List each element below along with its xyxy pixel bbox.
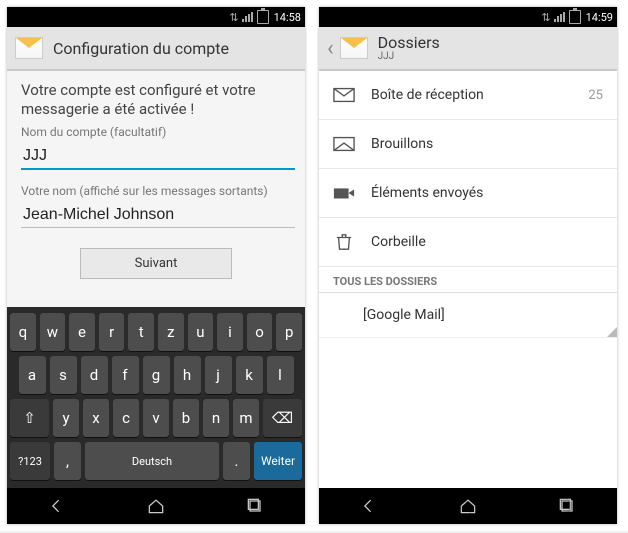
inbox-icon: [333, 87, 355, 103]
folder-label: Brouillons: [371, 136, 433, 152]
key-w[interactable]: w: [40, 313, 66, 351]
phone-left: ⇅ 14:58 Configuration du compte Votre co…: [7, 7, 305, 524]
folder-label: Boîte de réception: [371, 87, 484, 103]
key-t[interactable]: t: [128, 313, 154, 351]
mail-app-icon: [15, 37, 43, 59]
nav-back-button[interactable]: [357, 494, 381, 518]
key-o[interactable]: o: [247, 313, 273, 351]
key-u[interactable]: u: [188, 313, 214, 351]
action-bar: Configuration du compte: [7, 27, 305, 71]
account-name-input[interactable]: [21, 141, 295, 170]
key-e[interactable]: e: [69, 313, 95, 351]
key-h[interactable]: h: [174, 356, 201, 394]
status-bar: ⇅ 14:59: [319, 7, 617, 27]
your-name-input[interactable]: [21, 200, 295, 228]
watermark: ANDROIDPIT: [456, 493, 614, 521]
key-m[interactable]: m: [233, 399, 259, 437]
key-i[interactable]: i: [217, 313, 243, 351]
battery-icon: [569, 10, 581, 24]
key-a[interactable]: a: [19, 356, 46, 394]
phone-right: ⇅ 14:59 ‹ Dossiers JJJ Boîte de réceptio…: [319, 7, 617, 524]
folder-row-inbox[interactable]: Boîte de réception 25: [319, 71, 617, 120]
status-bar: ⇅ 14:58: [7, 7, 305, 27]
trash-icon: [333, 234, 355, 250]
battery-icon: [257, 10, 269, 24]
action-bar[interactable]: ‹ Dossiers JJJ: [319, 27, 617, 71]
nav-back-button[interactable]: [45, 494, 69, 518]
key-,[interactable]: ,: [54, 442, 81, 480]
folder-count: 25: [588, 88, 603, 103]
account-name-label: Nom du compte (facultatif): [21, 125, 291, 139]
action-subtitle: JJJ: [378, 51, 440, 62]
folder-row-trash[interactable]: Corbeille: [319, 218, 617, 267]
back-chevron-icon[interactable]: ‹: [327, 36, 334, 61]
key-p[interactable]: p: [276, 313, 302, 351]
folder-row-sent[interactable]: Éléments envoyés: [319, 169, 617, 218]
key-s[interactable]: s: [50, 356, 77, 394]
your-name-label: Votre nom (affiché sur les messages sort…: [21, 184, 291, 198]
setup-success-text: Votre compte est configuré et votre mess…: [21, 81, 291, 119]
key-l[interactable]: l: [267, 356, 294, 394]
key-⌫[interactable]: ⌫: [263, 399, 302, 437]
key-x[interactable]: x: [83, 399, 109, 437]
signal-icon: [553, 11, 567, 23]
action-title: Configuration du compte: [53, 39, 229, 58]
key-y[interactable]: y: [53, 399, 79, 437]
nav-recent-button[interactable]: [243, 494, 267, 518]
key-k[interactable]: k: [236, 356, 263, 394]
key-f[interactable]: f: [112, 356, 139, 394]
status-time: 14:59: [586, 11, 613, 24]
key-v[interactable]: v: [143, 399, 169, 437]
key-b[interactable]: b: [173, 399, 199, 437]
nav-bar: [7, 488, 305, 524]
drafts-icon: [333, 136, 355, 152]
key-?123[interactable]: ?123: [10, 442, 50, 480]
key-c[interactable]: c: [113, 399, 139, 437]
key-.[interactable]: .: [223, 442, 250, 480]
folder-label: Éléments envoyés: [371, 185, 483, 201]
upload-indicator-icon: ⇅: [229, 11, 238, 24]
key-⇧[interactable]: ⇧: [10, 399, 49, 437]
upload-indicator-icon: ⇅: [541, 11, 550, 24]
nav-home-button[interactable]: [144, 494, 168, 518]
key-Deutsch[interactable]: Deutsch: [85, 442, 219, 480]
signal-icon: [241, 11, 255, 23]
key-r[interactable]: r: [99, 313, 125, 351]
folder-row-drafts[interactable]: Brouillons: [319, 120, 617, 169]
sent-icon: [333, 185, 355, 201]
key-j[interactable]: j: [205, 356, 232, 394]
all-folders-header: TOUS LES DOSSIERS: [319, 267, 617, 293]
key-Weiter[interactable]: Weiter: [254, 442, 302, 480]
folder-label: Corbeille: [371, 234, 426, 250]
setup-content: Votre compte est configuré et votre mess…: [7, 71, 305, 307]
action-title: Dossiers: [378, 34, 440, 52]
folder-list: Boîte de réception 25 Brouillons Éléments e…: [319, 71, 617, 488]
next-button[interactable]: Suivant: [80, 248, 232, 279]
google-mail-row[interactable]: [Google Mail]: [319, 293, 617, 338]
keyboard[interactable]: qwertzuiop asdfghjkl ⇧yxcvbnm⌫ ?123,Deut…: [7, 307, 305, 488]
key-q[interactable]: q: [10, 313, 36, 351]
mail-app-icon: [340, 37, 368, 59]
key-z[interactable]: z: [158, 313, 184, 351]
key-n[interactable]: n: [203, 399, 229, 437]
status-time: 14:58: [274, 11, 301, 24]
key-g[interactable]: g: [143, 356, 170, 394]
key-d[interactable]: d: [81, 356, 108, 394]
